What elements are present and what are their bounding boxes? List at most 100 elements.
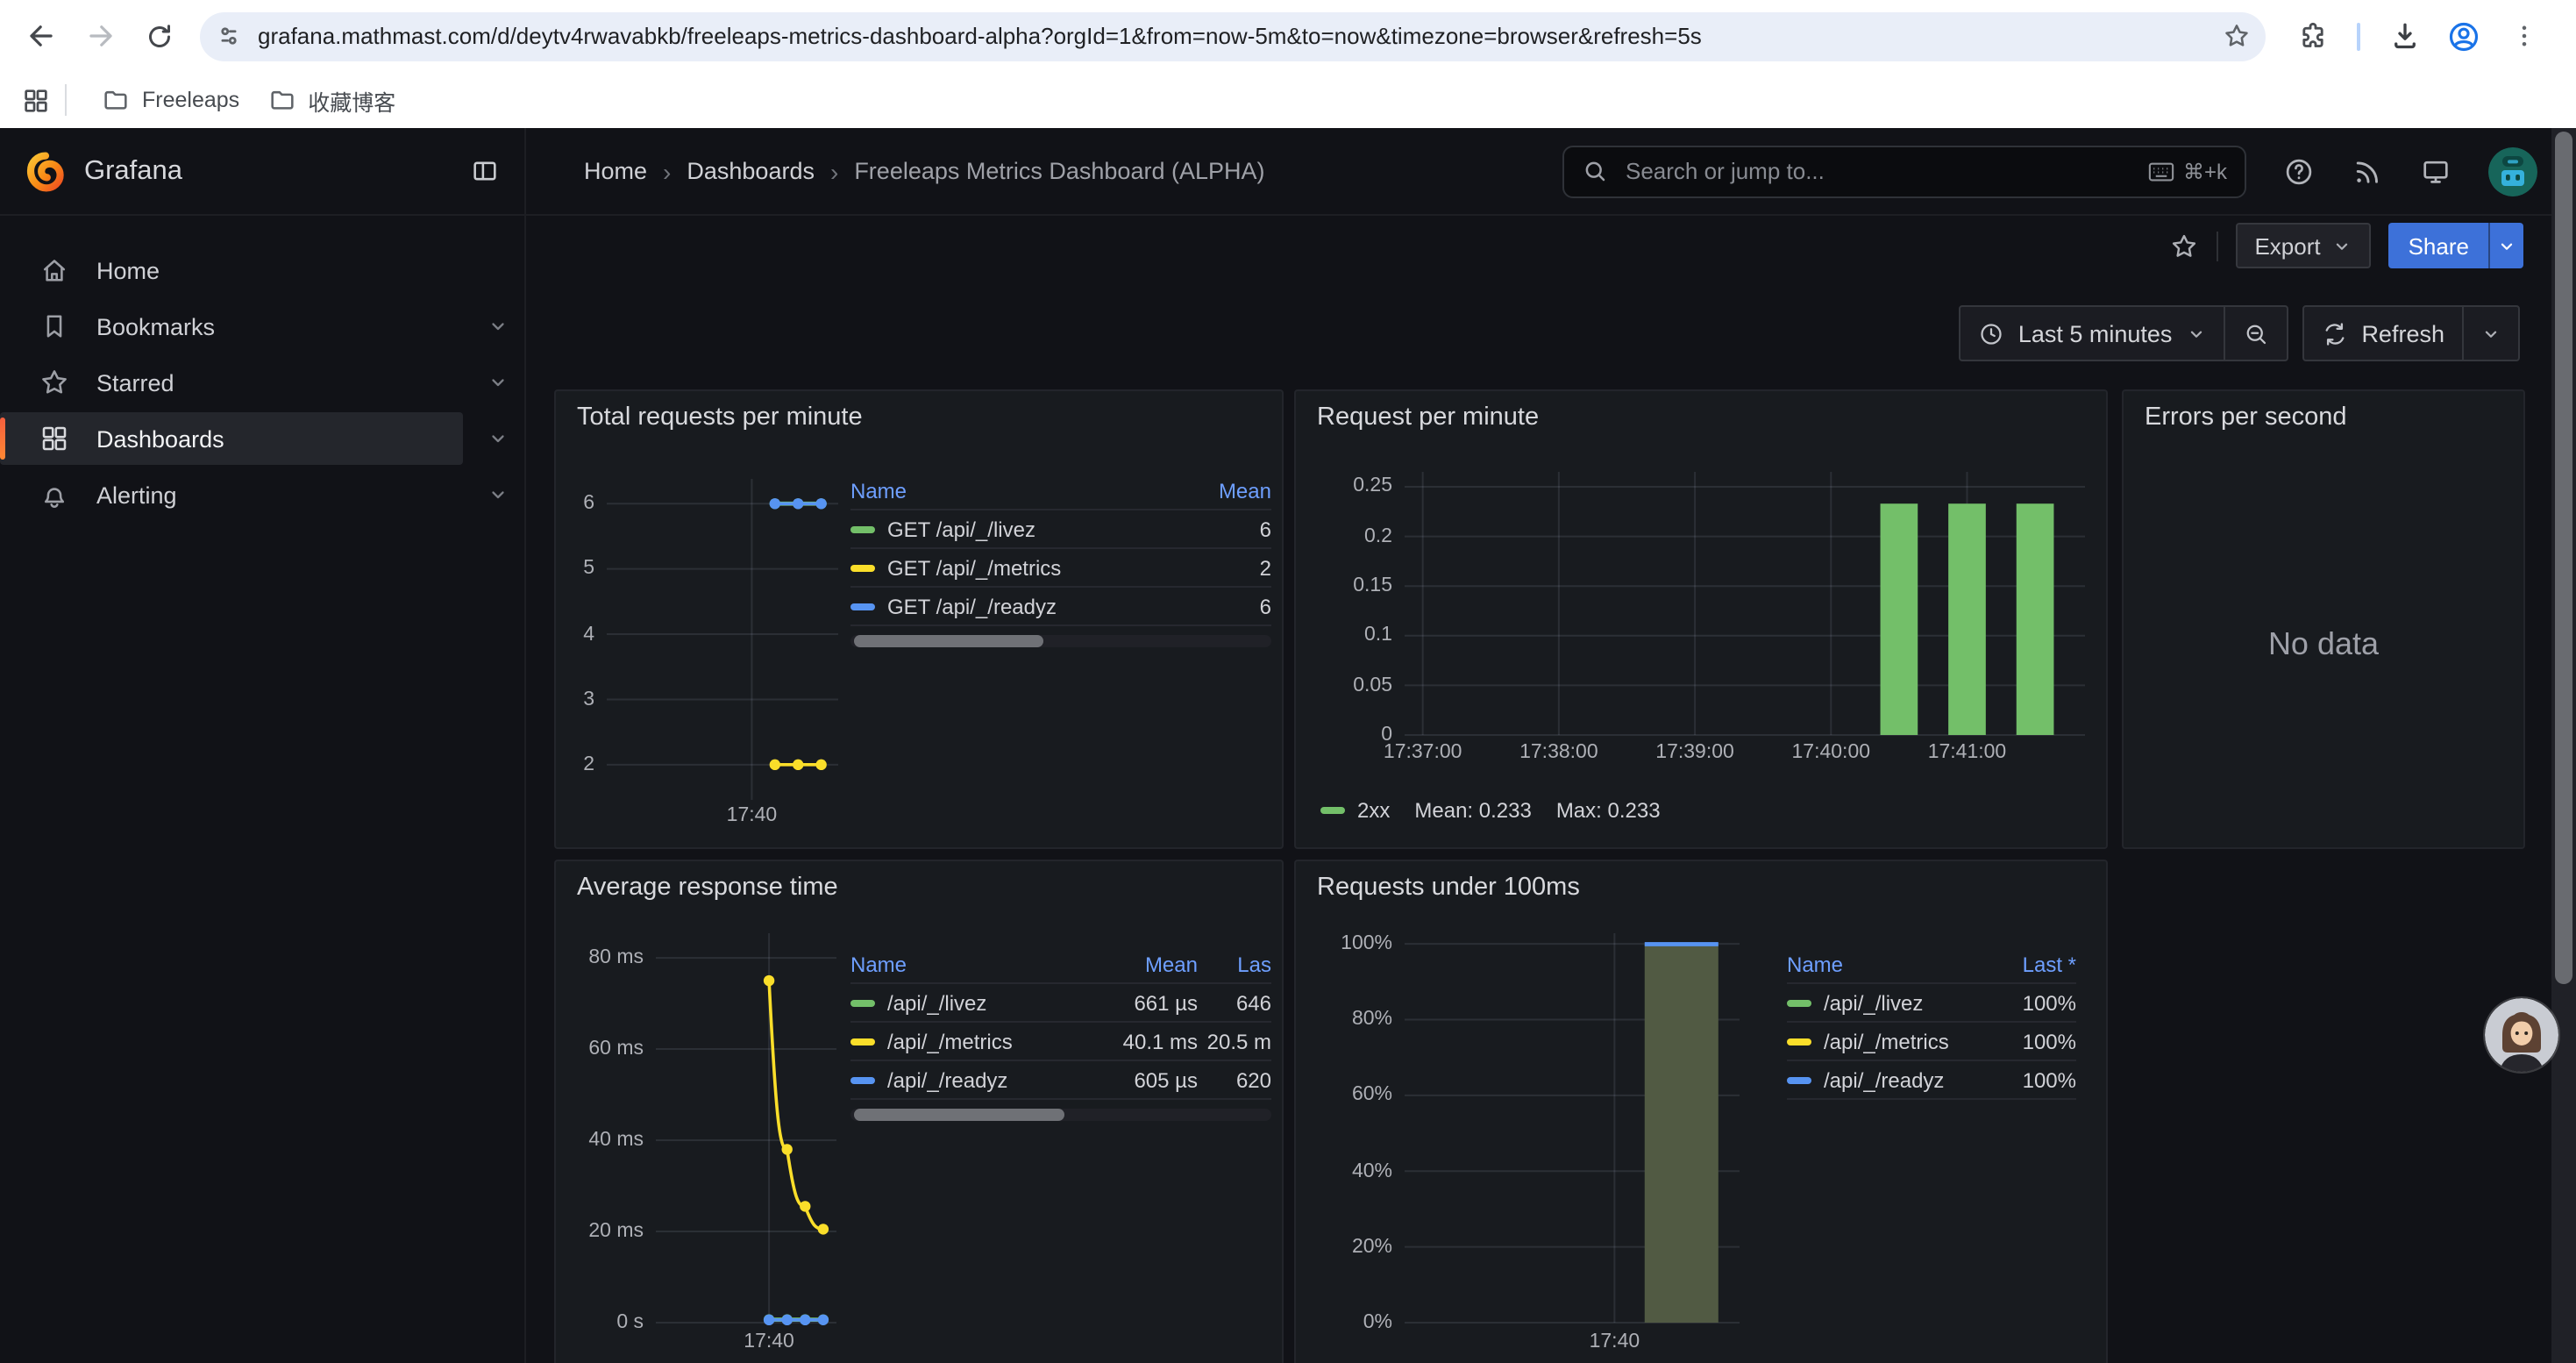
user-avatar[interactable] — [2488, 146, 2537, 196]
y-axis-tick-label: 40 ms — [556, 1130, 644, 1151]
grafana-logo[interactable] — [25, 150, 67, 192]
legend-row[interactable]: /api/_/livez100% — [1787, 984, 2076, 1023]
legend-row[interactable]: /api/_/metrics100% — [1787, 1023, 2076, 1061]
series-name[interactable]: /api/_/livez — [1824, 990, 1923, 1015]
help-button[interactable] — [2283, 155, 2315, 187]
series-name[interactable]: GET /api/_/livez — [887, 517, 1035, 541]
refresh-group: Refresh — [2302, 305, 2520, 361]
sidebar-item-alerting[interactable]: Alerting — [0, 468, 463, 521]
series-name[interactable]: /api/_/readyz — [1824, 1067, 1944, 1092]
series-name[interactable]: GET /api/_/metrics — [887, 555, 1061, 580]
kiosk-mode-button[interactable] — [2420, 155, 2451, 187]
panel-title[interactable]: Errors per second — [2124, 391, 2523, 432]
legend-inline[interactable]: 2xxMean: 0.233Max: 0.233 — [1320, 798, 1661, 823]
legend-scrollbar[interactable] — [850, 1109, 1271, 1121]
browser-menu-button[interactable] — [2495, 8, 2551, 64]
series-color-swatch — [850, 603, 875, 610]
sidebar-item-home[interactable]: Home — [0, 244, 463, 296]
legend-row[interactable]: GET /api/_/readyz6 — [850, 588, 1271, 626]
collapse-sidebar-icon[interactable] — [470, 156, 500, 186]
chart-plot[interactable] — [607, 479, 838, 800]
legend-column-header[interactable]: Name — [850, 952, 1092, 976]
url-bar[interactable]: grafana.mathmast.com/d/deytv4rwavabkb/fr… — [200, 11, 2266, 61]
grafana-brand[interactable]: Grafana — [84, 155, 470, 187]
time-range-picker[interactable]: Last 5 minutes — [1960, 307, 2224, 360]
bell-icon — [39, 479, 70, 510]
panel-title[interactable]: Average response time — [556, 861, 1282, 902]
news-button[interactable] — [2352, 155, 2383, 187]
series-name[interactable]: /api/_/readyz — [887, 1067, 1007, 1092]
bookmark-folder-blogs[interactable]: 收藏博客 — [253, 78, 409, 122]
legend-column-header[interactable]: Las — [1198, 952, 1271, 976]
zoom-out-time-button[interactable] — [2223, 307, 2286, 360]
series-name[interactable]: /api/_/livez — [887, 990, 986, 1015]
sidebar-item-starred[interactable]: Starred — [0, 356, 463, 409]
series-name[interactable]: /api/_/metrics — [887, 1029, 1013, 1053]
legend-row[interactable]: /api/_/readyz100% — [1787, 1061, 2076, 1100]
legend-row[interactable]: GET /api/_/metrics2 — [850, 549, 1271, 588]
panel-title[interactable]: Request per minute — [1296, 391, 2106, 432]
legend-column-header[interactable]: Name — [850, 478, 1194, 503]
legend-table: NameMeanLas/api/_/livez661 µs646/api/_/m… — [850, 946, 1271, 1121]
bookmark-folder-freeleaps[interactable]: Freeleaps — [88, 81, 253, 119]
dashboard-actions: Export Share — [2168, 223, 2523, 268]
legend-table: NameLast */api/_/livez100%/api/_/metrics… — [1787, 946, 2076, 1100]
search-icon — [1582, 158, 1608, 184]
legend-scrollbar[interactable] — [850, 635, 1271, 647]
chart-plot[interactable] — [1405, 472, 2085, 735]
refresh-interval-button[interactable] — [2462, 307, 2518, 360]
favorite-dashboard-button[interactable] — [2168, 231, 2198, 260]
y-axis-tick-label: 0.1 — [1305, 625, 1392, 646]
chevron-down-icon — [2497, 236, 2516, 255]
share-menu-button[interactable] — [2488, 223, 2523, 268]
browser-back-button[interactable] — [12, 8, 68, 64]
legend-column-header[interactable]: Name — [1787, 952, 1996, 976]
x-axis-tick-label: 17:40:00 — [1773, 742, 1889, 765]
downloads-button[interactable] — [2376, 8, 2432, 64]
breadcrumb-home[interactable]: Home — [584, 158, 647, 184]
forward-arrow-icon — [83, 19, 117, 53]
browser-reload-button[interactable] — [132, 8, 188, 64]
site-settings-icon[interactable] — [214, 21, 244, 51]
extensions-button[interactable] — [2285, 8, 2341, 64]
legend-column-header[interactable]: Mean — [1194, 478, 1271, 503]
apps-grid-icon[interactable] — [21, 85, 51, 115]
panel-title[interactable]: Total requests per minute — [556, 391, 1282, 432]
export-button[interactable]: Export — [2235, 223, 2371, 268]
sidebar-item-bookmarks[interactable]: Bookmarks — [0, 300, 463, 353]
legend-row[interactable]: /api/_/livez661 µs646 — [850, 984, 1271, 1023]
legend-row[interactable]: GET /api/_/livez6 — [850, 510, 1271, 549]
panel-title[interactable]: Requests under 100ms — [1296, 861, 2106, 902]
share-button[interactable]: Share — [2389, 223, 2488, 268]
legend-row[interactable]: /api/_/metrics40.1 ms20.5 m — [850, 1023, 1271, 1061]
legend-scrollbar-thumb[interactable] — [854, 635, 1043, 647]
legend-column-header[interactable]: Mean — [1092, 952, 1198, 976]
browser-forward-button[interactable] — [72, 8, 128, 64]
breadcrumb-dashboards[interactable]: Dashboards — [687, 158, 815, 184]
series-color-swatch — [850, 999, 875, 1006]
page-scrollbar[interactable] — [2551, 128, 2576, 1363]
browser-profile-button[interactable] — [2436, 8, 2492, 64]
legend-column-header[interactable]: Last * — [1996, 952, 2076, 976]
chart-plot[interactable] — [1405, 933, 1740, 1323]
breadcrumb-current: Freeleaps Metrics Dashboard (ALPHA) — [854, 158, 1264, 184]
search-input[interactable] — [1622, 156, 2134, 186]
assistant-avatar[interactable] — [2485, 998, 2558, 1072]
url-input[interactable]: grafana.mathmast.com/d/deytv4rwavabkb/fr… — [258, 23, 2222, 49]
scrollbar-thumb[interactable] — [2555, 132, 2572, 984]
refresh-button[interactable]: Refresh — [2303, 307, 2462, 360]
sidebar-item-dashboards[interactable]: Dashboards — [0, 412, 463, 465]
series-name[interactable]: GET /api/_/readyz — [887, 594, 1057, 618]
sidebar-item-label: Home — [96, 257, 160, 283]
star-icon — [39, 367, 70, 398]
help-icon — [2283, 155, 2315, 187]
legend-scrollbar-thumb[interactable] — [854, 1109, 1064, 1121]
legend-row[interactable]: /api/_/readyz605 µs620 — [850, 1061, 1271, 1100]
bookmarks-bar: Freeleaps 收藏博客 — [0, 72, 2576, 128]
series-name[interactable]: /api/_/metrics — [1824, 1029, 1949, 1053]
search-box[interactable]: ⌘+k — [1562, 145, 2246, 197]
series-name[interactable]: 2xx — [1357, 798, 1390, 823]
legend-value: 605 µs — [1092, 1067, 1198, 1092]
bookmark-star-icon[interactable] — [2222, 21, 2252, 51]
chart-plot[interactable] — [656, 933, 836, 1323]
